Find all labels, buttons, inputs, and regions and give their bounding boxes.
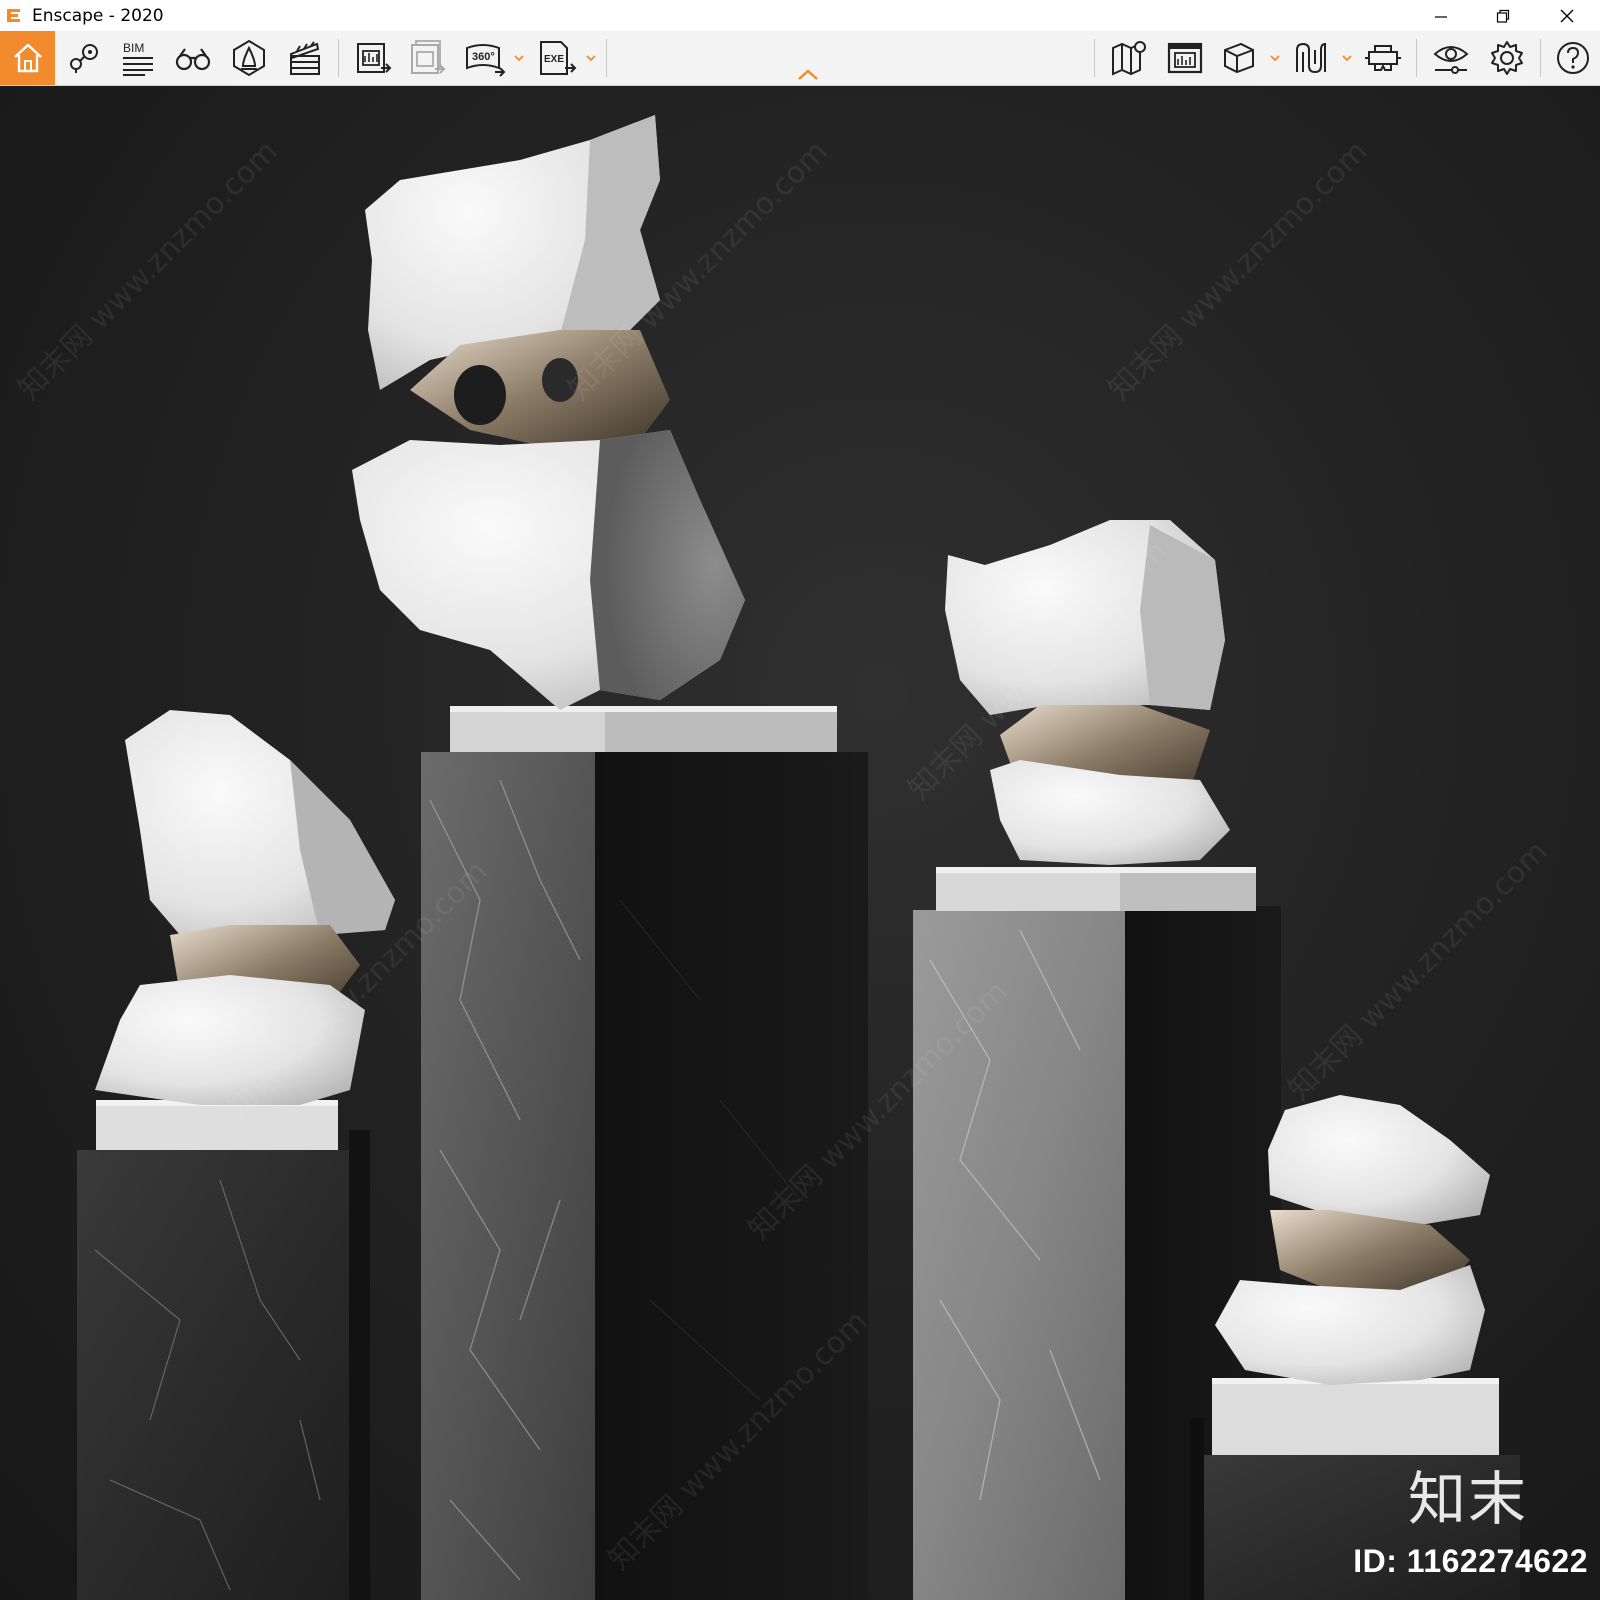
export-dropdown-icon[interactable] (586, 53, 596, 63)
vr-headset-button[interactable] (1360, 31, 1406, 85)
toolbar-separator (606, 39, 607, 77)
cube-icon (1224, 42, 1254, 74)
clapperboard-icon (289, 41, 320, 75)
toolbar-separator (1540, 39, 1541, 77)
title-bar: Enscape - 2020 (0, 0, 1600, 31)
map-button[interactable] (1106, 31, 1152, 85)
gear-icon (1491, 41, 1523, 75)
eye-settings-icon (1433, 46, 1469, 74)
toolbar-separator (1416, 39, 1417, 77)
bim-label: BIM (123, 41, 144, 55)
export-exe-button[interactable]: EXE (532, 31, 582, 85)
atmosphere-button[interactable] (226, 31, 272, 85)
atmosphere-icon (233, 39, 265, 77)
screenshot-button[interactable] (1162, 31, 1208, 85)
render-image-button[interactable] (350, 31, 396, 85)
sculpture-left (95, 710, 395, 1105)
bim-button[interactable]: BIM (114, 31, 160, 85)
export-exe-icon: EXE (540, 41, 577, 75)
watermark-id: ID: 1162274622 (1353, 1543, 1588, 1579)
window-title: Enscape - 2020 (32, 6, 164, 26)
pedestal-left (77, 1100, 370, 1600)
asset-library-button[interactable] (1216, 31, 1262, 85)
map-icon (1112, 41, 1146, 76)
help-icon (1557, 42, 1589, 74)
material-editor-button[interactable] (1288, 31, 1334, 85)
exe-label: EXE (544, 54, 564, 65)
panorama-dropdown-icon[interactable] (514, 53, 524, 63)
restore-button[interactable] (1472, 0, 1534, 31)
help-button[interactable] (1550, 31, 1596, 85)
batch-render-icon (411, 40, 446, 74)
close-button[interactable] (1536, 0, 1598, 31)
close-icon (1560, 9, 1574, 22)
view-management-button[interactable] (62, 31, 106, 85)
home-icon (13, 43, 42, 73)
toolbar-separator (1094, 39, 1095, 77)
minimize-button[interactable] (1410, 0, 1472, 31)
video-editor-button[interactable] (282, 31, 328, 85)
material-editor-dropdown-icon[interactable] (1342, 53, 1352, 63)
vr-headset-icon (1365, 45, 1401, 71)
panorama-label: 360° (472, 51, 495, 63)
render-image-icon (357, 43, 392, 73)
minimize-icon (1435, 15, 1447, 18)
material-editor-icon (1296, 42, 1326, 74)
binoculars-icon (175, 48, 211, 71)
toolbar-separator (338, 39, 339, 77)
view-management-icon (70, 44, 98, 73)
screenshot-icon (1167, 42, 1203, 74)
panorama-360-icon: 360° (466, 44, 506, 77)
settings-button[interactable] (1484, 31, 1530, 85)
panorama-button[interactable]: 360° (460, 31, 510, 85)
render-viewport[interactable]: 知末网 www.znzmo.com 知末网 www.znzmo.com 知末网 … (0, 86, 1600, 1600)
enscape-logo-icon (7, 9, 20, 22)
sculpture-center (352, 115, 745, 710)
bim-icon: BIM (123, 41, 153, 76)
collapse-toolbar-chevron-icon[interactable] (796, 68, 820, 82)
home-button[interactable] (0, 31, 55, 85)
visual-settings-button[interactable] (1428, 31, 1474, 85)
restore-icon (1496, 9, 1510, 23)
binoculars-button[interactable] (170, 31, 216, 85)
batch-render-button[interactable] (404, 31, 450, 85)
asset-library-dropdown-icon[interactable] (1270, 53, 1280, 63)
watermark-brand: 知末 (1408, 1465, 1529, 1533)
